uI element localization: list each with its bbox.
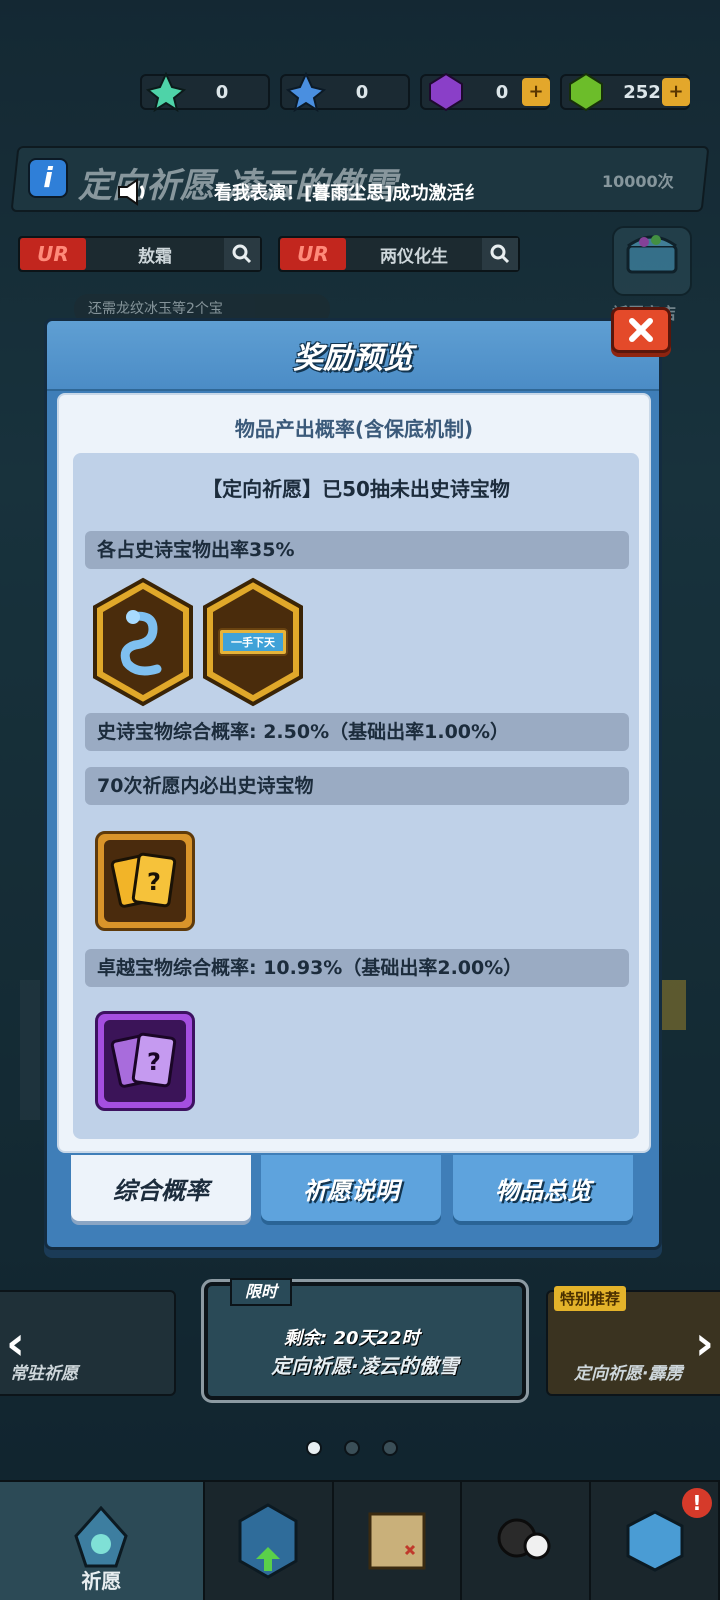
question-mark: ? <box>147 1048 161 1076</box>
search-name: 两仪化生 <box>380 246 448 267</box>
nav-map[interactable] <box>334 1482 463 1600</box>
pity-status: 【定向祈愿】已50抽未出史诗宝物 <box>202 477 510 501</box>
probability-panel: 物品产出概率(含保底机制) 【定向祈愿】已50抽未出史诗宝物 各占史诗宝物出率3… <box>57 393 651 1153</box>
info-icon[interactable]: i <box>28 158 68 198</box>
epic-item-plaque[interactable]: 一手下天 <box>201 577 305 707</box>
blue-star-icon <box>286 70 326 114</box>
green-star-icon <box>146 70 186 114</box>
rarity-badge: UR <box>280 238 346 270</box>
nav-upgrade[interactable] <box>205 1482 334 1600</box>
tab-overall-probability[interactable]: 综合概率 <box>71 1155 251 1221</box>
bottom-nav: 祈愿 ! <box>0 1480 720 1600</box>
banner-label: 常驻祈愿 <box>10 1364 78 1384</box>
close-button[interactable] <box>611 307 671 353</box>
speaker-icon <box>110 170 154 214</box>
currency-bar: 0 0 0 + 252 + <box>140 70 700 114</box>
currency-purple-gem: 0 + <box>420 72 550 112</box>
currency-value: 0 <box>355 81 369 103</box>
nav-characters[interactable] <box>462 1482 592 1600</box>
section-excellent-rate: 卓越宝物综合概率: 10.93%（基础出率2.00%） <box>85 949 629 987</box>
green-gem-icon <box>566 70 606 114</box>
carousel-dots <box>306 1440 398 1456</box>
probability-list[interactable]: 【定向祈愿】已50抽未出史诗宝物 各占史诗宝物出率35% 一手下天 史诗宝物综合… <box>73 453 639 1139</box>
background-panel <box>662 980 686 1030</box>
banner-carousel: ‹ 常驻祈愿 限时 剩余: 20天22时 定向祈愿·凌云的傲雪 特别推荐 › 定… <box>0 1278 720 1410</box>
epic-random-card[interactable]: ? <box>95 831 195 931</box>
banner-featured[interactable]: 限时 剩余: 20天22时 定向祈愿·凌云的傲雪 <box>201 1278 529 1403</box>
search-name: 敖霜 <box>138 246 172 267</box>
question-mark: ? <box>147 868 161 896</box>
nav-label: 祈愿 <box>81 1569 122 1593</box>
limited-tag: 限时 <box>230 1278 292 1306</box>
cube-icon <box>626 1510 684 1572</box>
add-green-gem-button[interactable]: + <box>662 78 690 106</box>
section-epic-share: 各占史诗宝物出率35% <box>85 531 629 569</box>
search-icon[interactable] <box>482 238 518 270</box>
background-panel <box>20 980 40 1120</box>
tab-wish-description[interactable]: 祈愿说明 <box>261 1155 441 1221</box>
currency-green-gem: 252 + <box>560 72 690 112</box>
search-pill-2[interactable]: UR 两仪化生 <box>278 236 520 272</box>
excellent-random-card[interactable]: ? <box>95 1011 195 1111</box>
currency-green-star: 0 <box>140 72 270 112</box>
carousel-dot[interactable] <box>382 1440 398 1456</box>
pull-count: 10000次 <box>602 172 674 191</box>
character-icon <box>497 1518 551 1560</box>
panel-heading: 物品产出概率(含保底机制) <box>234 417 474 441</box>
special-tag: 特别推荐 <box>554 1286 627 1311</box>
currency-value: 0 <box>215 81 229 103</box>
search-icon[interactable] <box>224 238 260 270</box>
carousel-dot[interactable] <box>344 1440 360 1456</box>
banner-standard[interactable]: ‹ 常驻祈愿 <box>0 1290 176 1396</box>
banner-name: 定向祈愿·凌云的傲雪 <box>271 1354 459 1378</box>
chevron-right-icon[interactable]: › <box>695 1316 714 1370</box>
tab-item-overview[interactable]: 物品总览 <box>453 1155 633 1221</box>
banner-label: 定向祈愿·霹雳 <box>574 1364 683 1384</box>
add-purple-gem-button[interactable]: + <box>522 78 550 106</box>
plaque-text: 一手下天 <box>231 635 276 649</box>
remaining-time: 剩余: 20天22时 <box>284 1328 420 1349</box>
currency-blue-star: 0 <box>280 72 410 112</box>
purple-gem-icon <box>426 70 466 114</box>
banner-recommended[interactable]: 特别推荐 › 定向祈愿·霹雳 <box>546 1286 720 1396</box>
epic-item-dragon[interactable] <box>91 577 195 707</box>
alert-badge: ! <box>681 1488 712 1518</box>
section-epic-rate: 史诗宝物综合概率: 2.50%（基础出率1.00%） <box>85 713 629 751</box>
nav-wish[interactable]: 祈愿 <box>0 1482 205 1600</box>
modal-title: 奖励预览 <box>293 341 413 376</box>
search-pill-1[interactable]: UR 敖霜 <box>18 236 262 272</box>
close-icon <box>629 318 653 342</box>
reward-preview-modal: 奖励预览 物品产出概率(含保底机制) 【定向祈愿】已50抽未出史诗宝物 各占史诗… <box>44 307 671 1250</box>
nav-gear[interactable]: ! <box>591 1482 720 1600</box>
carousel-dot[interactable] <box>306 1440 322 1456</box>
upgrade-icon <box>238 1503 298 1579</box>
rarity-badge: UR <box>20 238 86 270</box>
treasure-chest-icon[interactable] <box>612 226 692 296</box>
announcement-marquee: 看我表演！[暮雨尘思]成功激活纟 <box>110 170 610 214</box>
section-epic-guarantee: 70次祈愿内必出史诗宝物 <box>85 767 629 805</box>
marquee-text: 看我表演！[暮雨尘思]成功激活纟 <box>214 183 483 204</box>
map-icon <box>368 1512 426 1570</box>
